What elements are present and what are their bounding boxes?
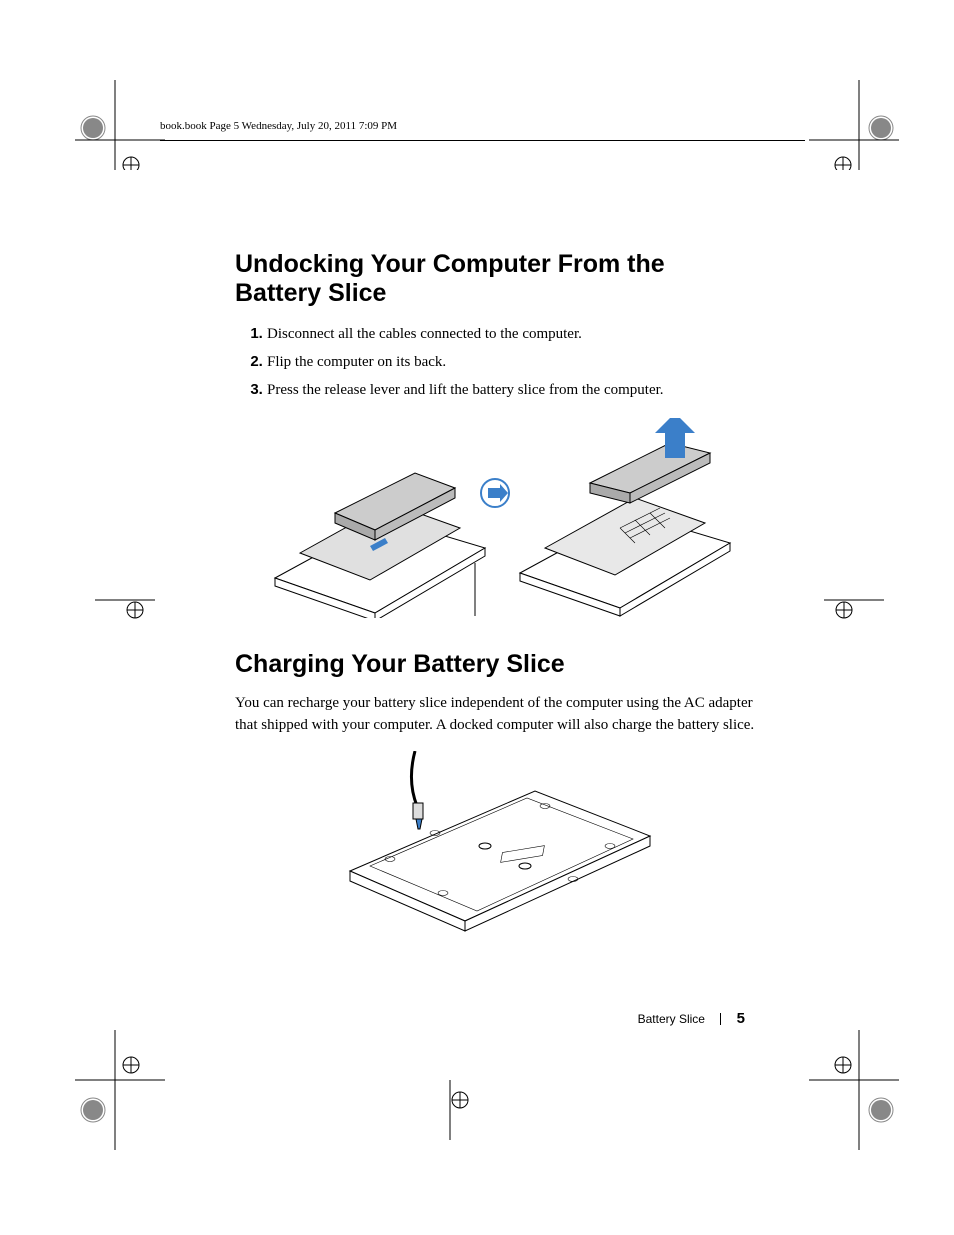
crop-mark-top-left <box>75 80 165 170</box>
undocking-steps: Disconnect all the cables connected to t… <box>235 322 755 402</box>
step-3: Press the release lever and lift the bat… <box>267 378 755 402</box>
crop-mark-bot-center <box>420 1080 480 1140</box>
undocking-figure <box>235 418 755 618</box>
header-rule <box>160 140 805 141</box>
step-1: Disconnect all the cables connected to t… <box>267 322 755 346</box>
section-heading-undocking: Undocking Your Computer From the Battery… <box>235 250 755 308</box>
step-2: Flip the computer on its back. <box>267 350 755 374</box>
charging-paragraph: You can recharge your battery slice inde… <box>235 693 755 737</box>
footer-separator <box>720 1013 721 1025</box>
footer-section-label: Battery Slice <box>638 1012 705 1026</box>
section-heading-charging: Charging Your Battery Slice <box>235 650 755 679</box>
page-footer: Battery Slice 5 <box>235 1010 745 1027</box>
crop-mark-bot-left <box>75 1030 165 1150</box>
running-header: book.book Page 5 Wednesday, July 20, 201… <box>160 120 397 132</box>
crop-mark-top-right <box>809 80 899 170</box>
crop-mark-bot-right <box>809 1030 899 1150</box>
page-content: Undocking Your Computer From the Battery… <box>235 250 755 951</box>
battery-slice-undock-illustration <box>245 418 745 618</box>
charging-figure <box>235 751 755 951</box>
crop-mark-mid-left <box>95 570 155 630</box>
battery-slice-charging-illustration <box>295 751 695 951</box>
page-number: 5 <box>737 1010 745 1027</box>
crop-mark-mid-right <box>824 570 884 630</box>
